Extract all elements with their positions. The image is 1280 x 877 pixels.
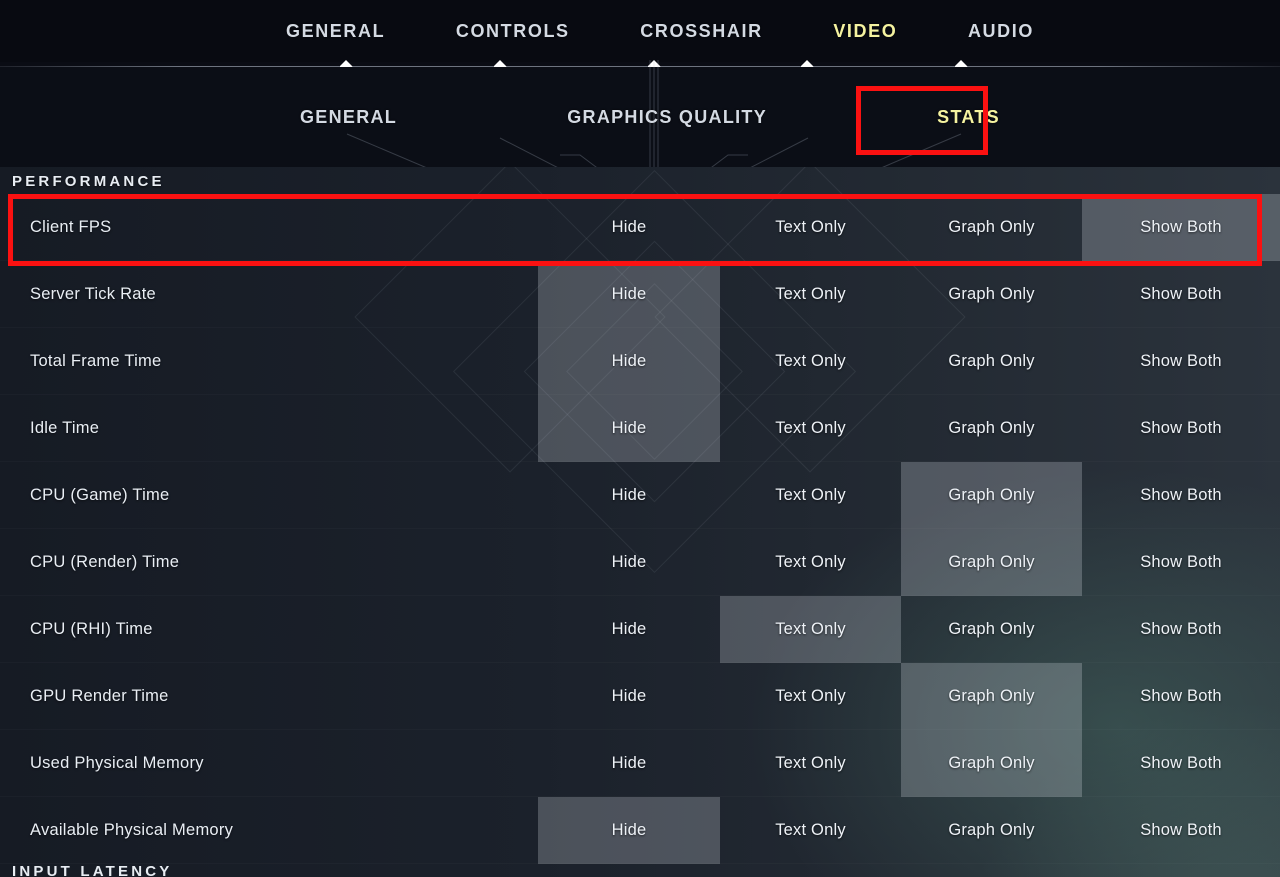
table-row: CPU (Render) Time Hide Text Only Graph Only… — [0, 529, 1280, 596]
row-separator — [0, 863, 1280, 864]
table-row: Total Frame Time Hide Text Only Graph Only S… — [0, 328, 1280, 395]
subnav-tab-stats[interactable]: STATS — [937, 107, 1000, 128]
option-text-only[interactable]: Text Only — [720, 730, 901, 797]
option-show-both[interactable]: Show Both — [1082, 797, 1280, 864]
stat-label-used-physical-memory: Used Physical Memory — [30, 754, 204, 772]
nav-tab-crosshair[interactable]: CROSSHAIR — [634, 21, 768, 42]
option-show-both[interactable]: Show Both — [1082, 596, 1280, 663]
option-show-both[interactable]: Show Both — [1082, 261, 1280, 328]
option-hide[interactable]: Hide — [538, 596, 720, 663]
option-graph-only[interactable]: Graph Only — [901, 596, 1082, 663]
option-show-both[interactable]: Show Both — [1082, 730, 1280, 797]
stat-label-gpu-render-time: GPU Render Time — [30, 687, 169, 705]
nav-tab-general[interactable]: GENERAL — [280, 21, 391, 42]
option-hide[interactable]: Hide — [538, 797, 720, 864]
stat-label-client-fps: Client FPS — [30, 218, 112, 236]
option-graph-only[interactable]: Graph Only — [901, 462, 1082, 529]
table-row: CPU (Game) Time Hide Text Only Graph Only Sh… — [0, 462, 1280, 529]
table-row: GPU Render Time Hide Text Only Graph Only Sh… — [0, 663, 1280, 730]
option-show-both[interactable]: Show Both — [1082, 663, 1280, 730]
table-row: Available Physical Memory Hide Text Only Gr… — [0, 797, 1280, 864]
option-text-only[interactable]: Text Only — [720, 462, 901, 529]
option-hide[interactable]: Hide — [538, 328, 720, 395]
option-text-only[interactable]: Text Only — [720, 328, 901, 395]
table-row: Idle Time Hide Text Only Graph Only Show Bot… — [0, 395, 1280, 462]
option-show-both[interactable]: Show Both — [1082, 395, 1280, 462]
stat-label-server-tick-rate: Server Tick Rate — [30, 285, 156, 303]
option-graph-only[interactable]: Graph Only — [901, 194, 1082, 261]
option-graph-only[interactable]: Graph Only — [901, 797, 1082, 864]
nav-tab-video[interactable]: VIDEO — [827, 21, 903, 42]
stat-label-total-frame-time: Total Frame Time — [30, 352, 162, 370]
option-show-both[interactable]: Show Both — [1082, 462, 1280, 529]
option-hide[interactable]: Hide — [538, 194, 720, 261]
section-header-input-latency: INPUT LATENCY — [12, 863, 173, 877]
settings-screen: GENERAL CONTROLS CROSSHAIR VIDEO AUDIO GENER… — [0, 0, 1280, 877]
option-graph-only[interactable]: Graph Only — [901, 261, 1082, 328]
option-hide[interactable]: Hide — [538, 261, 720, 328]
option-text-only[interactable]: Text Only — [720, 194, 901, 261]
option-hide[interactable]: Hide — [538, 462, 720, 529]
option-graph-only[interactable]: Graph Only — [901, 328, 1082, 395]
option-graph-only[interactable]: Graph Only — [901, 529, 1082, 596]
main-nav-bar: GENERAL CONTROLS CROSSHAIR VIDEO AUDIO — [0, 0, 1280, 62]
option-hide[interactable]: Hide — [538, 529, 720, 596]
stats-settings-panel: PERFORMANCE Client FPS Hide Text Only Graph… — [0, 167, 1280, 877]
subnav-tab-general[interactable]: GENERAL — [300, 107, 397, 128]
option-graph-only[interactable]: Graph Only — [901, 730, 1082, 797]
stat-label-cpu-rhi-time: CPU (RHI) Time — [30, 620, 153, 638]
table-row: CPU (RHI) Time Hide Text Only Graph Only Sho… — [0, 596, 1280, 663]
option-hide[interactable]: Hide — [538, 395, 720, 462]
nav-tab-audio[interactable]: AUDIO — [962, 21, 1040, 42]
option-hide[interactable]: Hide — [538, 730, 720, 797]
section-header-performance: PERFORMANCE — [12, 173, 165, 190]
option-show-both[interactable]: Show Both — [1082, 328, 1280, 395]
option-show-both[interactable]: Show Both — [1082, 529, 1280, 596]
option-text-only[interactable]: Text Only — [720, 663, 901, 730]
video-subnav-bar: GENERAL GRAPHICS QUALITY STATS — [0, 67, 1280, 167]
option-text-only[interactable]: Text Only — [720, 395, 901, 462]
nav-tab-controls[interactable]: CONTROLS — [450, 21, 576, 42]
option-graph-only[interactable]: Graph Only — [901, 663, 1082, 730]
option-text-only[interactable]: Text Only — [720, 261, 901, 328]
stat-label-idle-time: Idle Time — [30, 419, 100, 437]
stat-label-cpu-game-time: CPU (Game) Time — [30, 486, 170, 504]
stat-label-cpu-render-time: CPU (Render) Time — [30, 553, 180, 571]
table-row: Used Physical Memory Hide Text Only Graph O… — [0, 730, 1280, 797]
option-text-only[interactable]: Text Only — [720, 596, 901, 663]
stat-label-available-physical-memory: Available Physical Memory — [30, 821, 234, 839]
option-show-both[interactable]: Show Both — [1082, 194, 1280, 261]
option-text-only[interactable]: Text Only — [720, 797, 901, 864]
table-row: Server Tick Rate Hide Text Only Graph Only S… — [0, 261, 1280, 328]
option-hide[interactable]: Hide — [538, 663, 720, 730]
table-row: Client FPS Hide Text Only Graph Only Show Bo… — [0, 194, 1280, 261]
option-text-only[interactable]: Text Only — [720, 529, 901, 596]
option-graph-only[interactable]: Graph Only — [901, 395, 1082, 462]
subnav-tab-graphics-quality[interactable]: GRAPHICS QUALITY — [567, 107, 767, 128]
